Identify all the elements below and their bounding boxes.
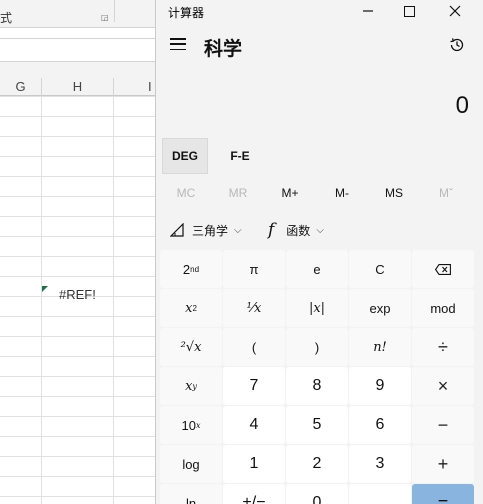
ribbon-divider — [114, 0, 115, 22]
digit-2-button[interactable]: 2 — [286, 445, 348, 483]
ten-power-sup: x — [195, 420, 201, 430]
digit-7-button[interactable]: 7 — [223, 367, 285, 405]
menu-icon[interactable] — [170, 38, 186, 50]
history-icon[interactable] — [448, 36, 466, 54]
trigonometry-dropdown[interactable]: 三角学 ⌵ — [170, 216, 242, 244]
ln-button[interactable]: ln — [160, 484, 222, 504]
absolute-button[interactable]: |x| — [286, 289, 348, 327]
column-header-h[interactable]: H — [42, 78, 114, 96]
second-button[interactable]: 2nd — [160, 250, 222, 288]
maximize-button[interactable] — [386, 0, 432, 22]
memory-subtract-button[interactable]: M- — [316, 180, 368, 206]
right-paren-button[interactable]: ) — [286, 328, 348, 366]
memory-recall-button[interactable]: MR — [212, 180, 264, 206]
minimize-button[interactable] — [345, 0, 391, 22]
digit-8-button[interactable]: 8 — [286, 367, 348, 405]
exp-button[interactable]: exp — [349, 289, 411, 327]
equals-button[interactable]: = — [412, 484, 474, 504]
angle-unit-button[interactable]: DEG — [162, 138, 208, 174]
ten-power-button[interactable]: 10 x — [160, 406, 222, 444]
digit-6-button[interactable]: 6 — [349, 406, 411, 444]
ribbon-spacer — [0, 62, 160, 78]
cell-h-ref-error[interactable]: #REF! — [43, 285, 113, 305]
memory-row: MC MR M+ M- MS Mˇ — [156, 180, 483, 206]
log-button[interactable]: log — [160, 445, 222, 483]
angle-row: DEG F-E — [160, 138, 480, 174]
triangle-ruler-icon — [170, 223, 184, 237]
calculator-window: 计算器 科学 0 DEG F-E MC MR M+ M- MS Mˇ 三角学 ⌵… — [155, 0, 483, 504]
subtract-button[interactable]: − — [412, 406, 474, 444]
multiply-button[interactable]: × — [412, 367, 474, 405]
factorial-button[interactable]: n! — [349, 328, 411, 366]
chevron-down-icon: ⌵ — [316, 224, 324, 236]
function-dropdown[interactable]: f 函数 ⌵ — [268, 216, 324, 244]
close-icon — [449, 5, 461, 17]
left-paren-button[interactable]: ( — [223, 328, 285, 366]
result-display: 0 — [455, 92, 469, 119]
second-label: 2 — [182, 261, 191, 277]
memory-add-button[interactable]: M+ — [264, 180, 316, 206]
digit-9-button[interactable]: 9 — [349, 367, 411, 405]
chevron-down-icon: ⌵ — [234, 224, 242, 236]
calculator-header: 科学 — [156, 26, 483, 66]
backspace-icon — [435, 263, 451, 275]
second-sup: nd — [190, 264, 200, 274]
decimal-button[interactable]: . — [349, 484, 411, 504]
memory-list-button[interactable]: Mˇ — [420, 180, 472, 206]
pi-button[interactable]: π — [223, 250, 285, 288]
mod-button[interactable]: mod — [412, 289, 474, 327]
square-label: x — [185, 300, 193, 316]
digit-5-button[interactable]: 5 — [286, 406, 348, 444]
ribbon-group-label: 式 — [0, 11, 13, 25]
close-button[interactable] — [432, 0, 478, 22]
divide-button[interactable]: ÷ — [412, 328, 474, 366]
window-title: 计算器 — [168, 6, 205, 20]
square-root-button[interactable]: ²√x — [160, 328, 222, 366]
power-button[interactable]: xy — [160, 367, 222, 405]
dialog-launcher-icon[interactable]: ◲ — [101, 13, 110, 22]
negate-button[interactable]: +/− — [223, 484, 285, 504]
memory-clear-button[interactable]: MC — [160, 180, 212, 206]
add-button[interactable]: + — [412, 445, 474, 483]
reciprocal-button[interactable]: ⅟x — [223, 289, 285, 327]
mode-title: 科学 — [204, 39, 243, 60]
digit-0-button[interactable]: 0 — [286, 484, 348, 504]
digit-3-button[interactable]: 3 — [349, 445, 411, 483]
digit-4-button[interactable]: 4 — [223, 406, 285, 444]
ten-power-label: 10 — [181, 417, 196, 433]
function-label: 函数 — [286, 223, 311, 238]
title-bar: 计算器 — [156, 0, 483, 22]
ribbon-group: 式 ◲ — [0, 0, 160, 28]
power-sup: y — [192, 381, 197, 391]
memory-store-button[interactable]: MS — [368, 180, 420, 206]
e-button[interactable]: e — [286, 250, 348, 288]
backspace-button[interactable] — [412, 250, 474, 288]
trigonometry-label: 三角学 — [192, 223, 229, 238]
clear-button[interactable]: C — [349, 250, 411, 288]
column-headers: G H I — [0, 78, 160, 96]
minimize-icon — [363, 10, 373, 12]
digit-1-button[interactable]: 1 — [223, 445, 285, 483]
square-sup: 2 — [192, 303, 197, 313]
fe-button[interactable]: F-E — [218, 138, 262, 174]
square-button[interactable]: x2 — [160, 289, 222, 327]
column-header-g[interactable]: G — [0, 78, 42, 96]
maximize-icon — [403, 5, 415, 17]
formula-bar[interactable] — [0, 38, 160, 62]
function-icon: f — [268, 220, 275, 240]
function-row: 三角学 ⌵ f 函数 ⌵ — [156, 216, 483, 244]
